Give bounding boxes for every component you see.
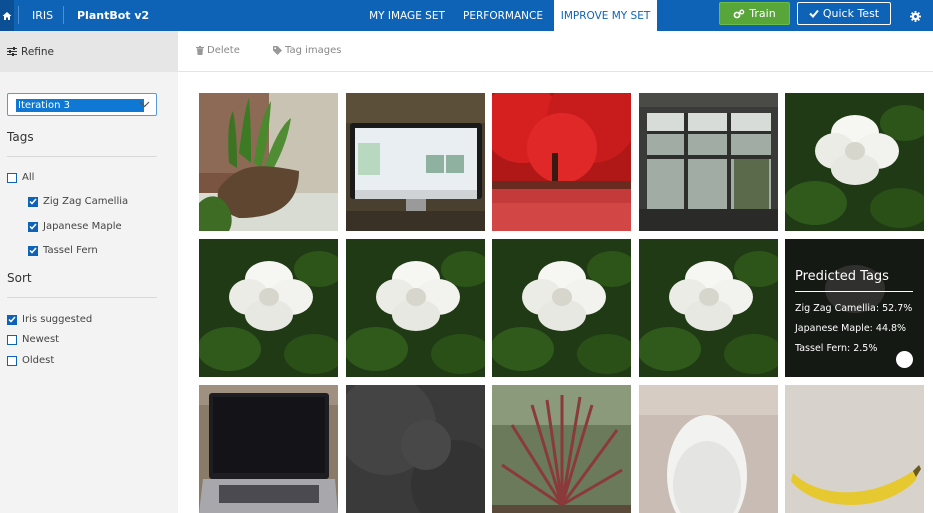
tag-filter-japanese-maple[interactable]: Japanese Maple	[28, 221, 122, 232]
maple-photo	[492, 93, 631, 231]
prediction-line: Tassel Fern: 2.5%	[795, 343, 878, 354]
check-icon	[8, 316, 16, 323]
banana-photo	[785, 385, 924, 513]
home-button[interactable]	[0, 0, 14, 31]
tag-images-button[interactable]: Tag images	[273, 45, 341, 56]
image-tile-white-gardenia[interactable]	[346, 239, 485, 377]
gardenia-photo	[639, 239, 778, 377]
divider	[7, 156, 157, 157]
checkbox[interactable]	[7, 334, 17, 345]
image-tile-red-plant[interactable]	[492, 385, 631, 513]
predicted-tags-title: Predicted Tags	[795, 269, 889, 284]
sort-option-oldest[interactable]: Oldest	[7, 355, 54, 366]
laptop-photo	[199, 385, 338, 513]
delete-button[interactable]: Delete	[196, 45, 240, 56]
checkbox-checked[interactable]	[7, 314, 17, 325]
check-icon	[29, 247, 37, 254]
refine-label: Refine	[21, 45, 55, 58]
refine-sidebar: Refine Iteration 3 Tags All Zig Zag Came…	[0, 31, 178, 513]
gardenia-photo	[346, 239, 485, 377]
tag-filter-label: All	[22, 172, 35, 183]
trash-icon	[196, 46, 204, 55]
image-tile-window[interactable]	[639, 93, 778, 231]
prediction-line: Zig Zag Camellia: 52.7%	[795, 303, 913, 314]
tag-filter-all[interactable]: All	[7, 172, 34, 183]
divider	[18, 6, 19, 24]
red-plant-photo	[492, 385, 631, 513]
tags-heading: Tags	[7, 130, 34, 144]
window-photo	[639, 93, 778, 231]
image-tile-red-maple-tree[interactable]	[492, 93, 631, 231]
sort-option-newest[interactable]: Newest	[7, 334, 59, 345]
sort-option-label: Iris suggested	[22, 314, 93, 325]
divider	[795, 291, 913, 292]
image-tile-dark-texture[interactable]	[346, 385, 485, 513]
iteration-selected-value: Iteration 3	[16, 99, 144, 112]
image-tile-white-gardenia[interactable]	[199, 239, 338, 377]
plant-photo	[199, 93, 338, 231]
image-tile-predicted-tags[interactable]: Predicted Tags Zig Zag Camellia: 52.7% J…	[785, 239, 924, 377]
image-tile-white-gardenia[interactable]	[639, 239, 778, 377]
checkbox[interactable]	[7, 172, 17, 183]
checkbox-checked[interactable]	[28, 221, 38, 232]
quick-test-button[interactable]: Quick Test	[797, 2, 891, 25]
image-tile-white-gardenia[interactable]	[492, 239, 631, 377]
chevron-down-icon	[139, 101, 150, 108]
tag-filter-tassel-fern[interactable]: Tassel Fern	[28, 245, 98, 256]
sort-heading: Sort	[7, 271, 32, 285]
tab-my-image-set[interactable]: MY IMAGE SET	[363, 0, 451, 31]
gardenia-photo	[492, 239, 631, 377]
image-tile-white-mouse[interactable]	[639, 385, 778, 513]
train-button[interactable]: Train	[719, 2, 790, 25]
gear-icon	[909, 10, 921, 22]
tab-performance[interactable]: PERFORMANCE	[458, 0, 548, 31]
check-icon	[29, 198, 37, 205]
gears-icon	[733, 9, 745, 18]
tag-filter-label: Japanese Maple	[43, 221, 122, 232]
sort-option-iris-suggested[interactable]: Iris suggested	[7, 314, 92, 325]
predicted-tags-overlay: Predicted Tags Zig Zag Camellia: 52.7% J…	[785, 239, 924, 377]
tab-improve-my-set[interactable]: IMPROVE MY SET	[554, 0, 657, 31]
divider	[7, 297, 157, 298]
image-tile-banana[interactable]	[785, 385, 924, 513]
tag-filter-label: Tassel Fern	[43, 245, 98, 256]
iteration-dropdown[interactable]: Iteration 3	[7, 93, 157, 116]
checkbox-checked[interactable]	[28, 245, 38, 256]
check-icon	[29, 223, 37, 230]
image-tile-computer-monitor[interactable]	[346, 93, 485, 231]
settings-button[interactable]	[906, 7, 924, 25]
sort-option-label: Oldest	[22, 355, 55, 366]
train-label: Train	[749, 7, 776, 20]
project-name[interactable]: PlantBot v2	[77, 0, 149, 31]
image-tile-green-plant-pot[interactable]	[199, 93, 338, 231]
top-navigation-bar: IRIS PlantBot v2 MY IMAGE SET PERFORMANC…	[0, 0, 933, 31]
tag-icon	[273, 46, 282, 55]
check-icon	[809, 9, 819, 18]
gardenia-photo	[785, 93, 924, 231]
image-tile-laptop[interactable]	[199, 385, 338, 513]
image-toolbar: Delete Tag images	[178, 31, 933, 72]
home-icon	[2, 11, 12, 20]
mouse-photo	[639, 385, 778, 513]
prediction-line: Japanese Maple: 44.8%	[795, 323, 907, 334]
tag-images-label: Tag images	[285, 45, 342, 56]
checkbox-checked[interactable]	[28, 196, 38, 207]
tag-filter-zig-zag-camellia[interactable]: Zig Zag Camellia	[28, 196, 128, 207]
delete-label: Delete	[207, 45, 240, 56]
quick-test-label: Quick Test	[822, 7, 880, 20]
image-tile-white-gardenia[interactable]	[785, 93, 924, 231]
divider	[63, 6, 64, 24]
texture-photo	[346, 385, 485, 513]
sliders-icon	[7, 47, 17, 56]
tag-filter-label: Zig Zag Camellia	[43, 196, 129, 207]
refine-toggle[interactable]: Refine	[0, 31, 178, 72]
sort-option-label: Newest	[22, 334, 60, 345]
select-circle-button[interactable]	[896, 351, 913, 368]
app-name[interactable]: IRIS	[32, 0, 53, 31]
checkbox[interactable]	[7, 355, 17, 366]
monitor-photo	[346, 93, 485, 231]
gardenia-photo	[199, 239, 338, 377]
